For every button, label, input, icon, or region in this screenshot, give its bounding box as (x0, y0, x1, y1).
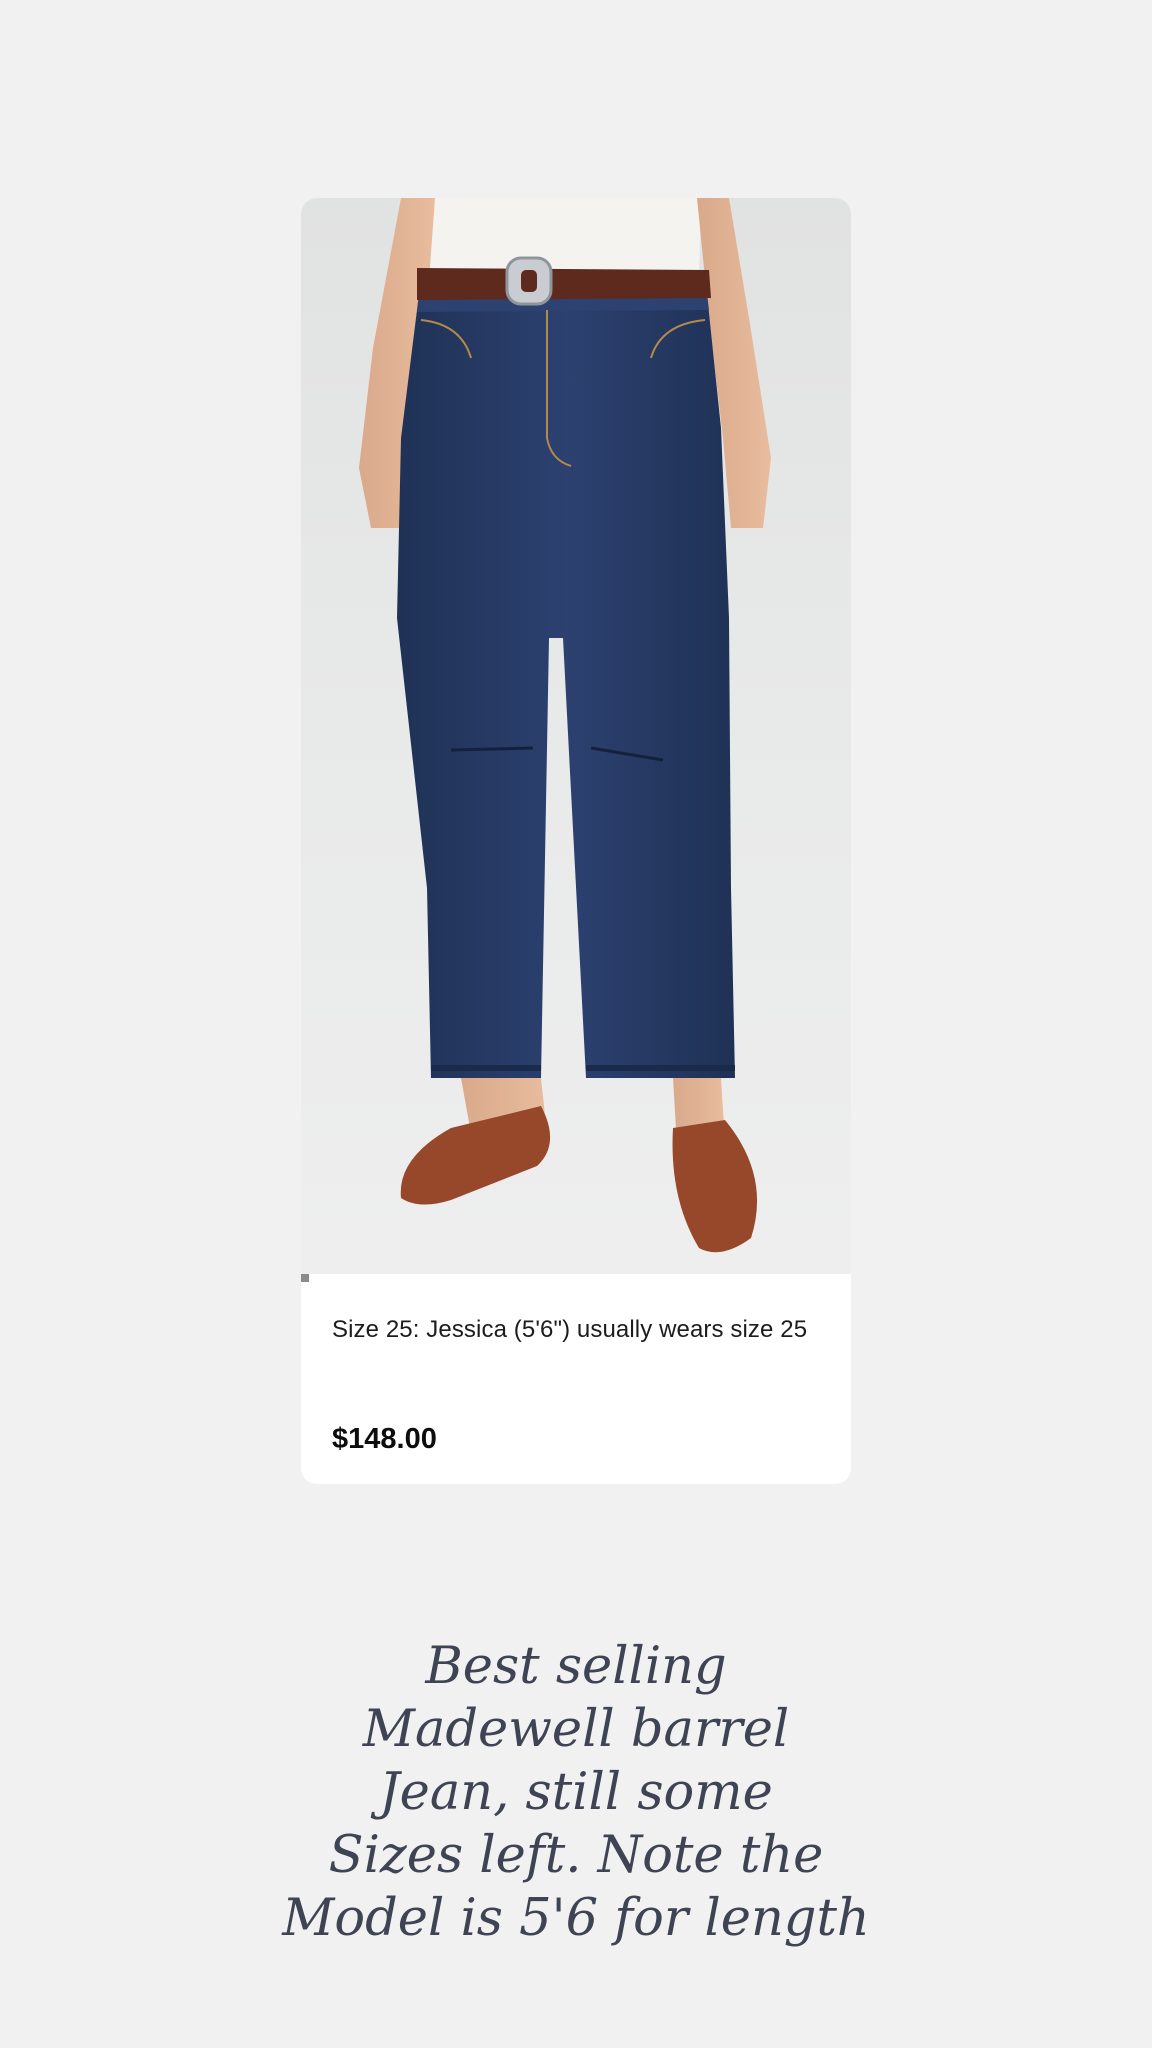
product-image[interactable] (301, 198, 851, 1274)
jeans (397, 294, 735, 1078)
image-progress-fill (301, 1274, 309, 1282)
caption-line: Jean, still some (379, 1763, 773, 1822)
image-progress-bar (301, 1274, 851, 1282)
belt (417, 268, 711, 300)
product-card[interactable]: Size 25: Jessica (5'6") usually wears si… (301, 198, 851, 1484)
caption-line: Sizes left. Note the (328, 1826, 824, 1885)
fit-note: Size 25: Jessica (5'6") usually wears si… (332, 1316, 808, 1343)
caption-line: Best selling (425, 1637, 727, 1696)
price: $148.00 (332, 1423, 437, 1455)
caption-line: Model is 5'6 for length (282, 1889, 870, 1948)
jeans-illustration (359, 198, 771, 1253)
right-shoe (672, 1120, 758, 1253)
caption: Best selling Madewell barrel Jean, still… (200, 1635, 952, 1950)
caption-line: Madewell barrel (362, 1700, 790, 1759)
